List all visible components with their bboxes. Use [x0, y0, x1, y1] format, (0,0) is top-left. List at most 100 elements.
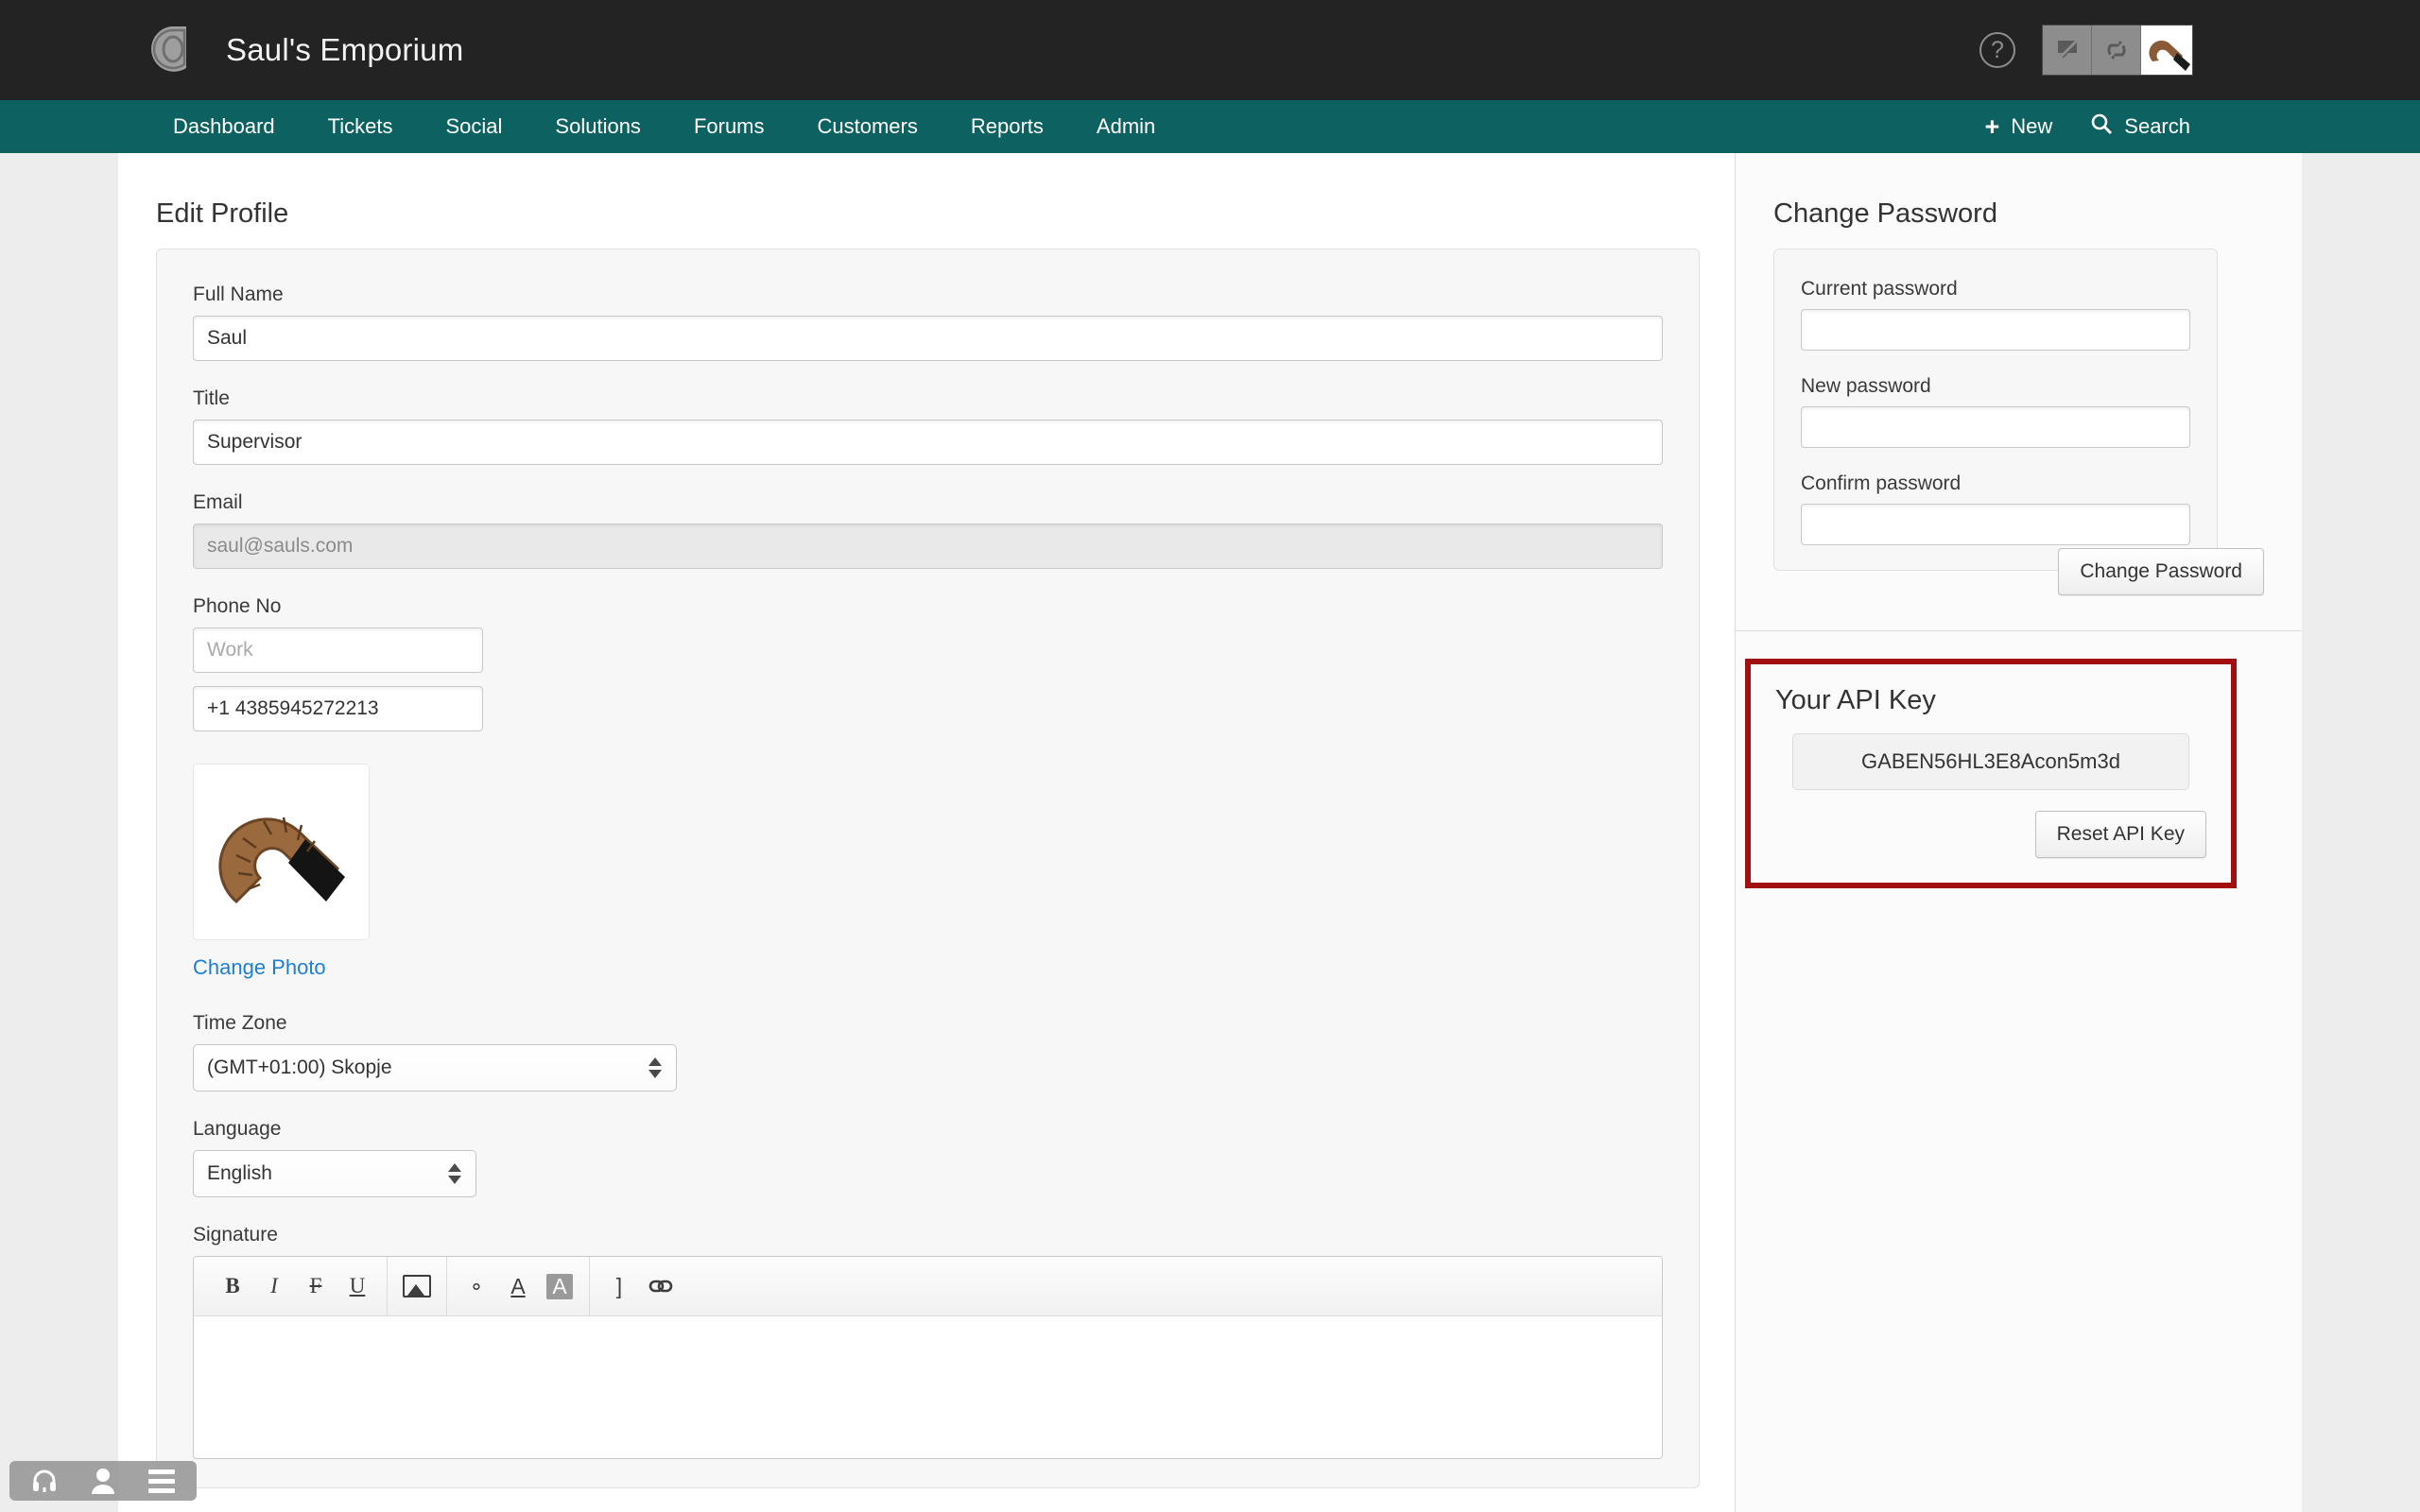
bold-icon[interactable]: B	[216, 1266, 249, 1306]
brand-title: Saul's Emporium	[226, 32, 464, 67]
new-password-input[interactable]	[1801, 406, 2190, 448]
field-signature: Signature B I F U ∘ A A]	[193, 1224, 1663, 1459]
nav-item-tickets[interactable]: Tickets	[302, 100, 420, 153]
nav-item-reports[interactable]: Reports	[944, 100, 1070, 153]
change-photo-link[interactable]: Change Photo	[193, 955, 326, 980]
change-password-form: Current password New password Confirm pa…	[1773, 249, 2218, 571]
signature-editor: B I F U ∘ A A]	[193, 1256, 1663, 1459]
nav-actions: + New Search	[1984, 100, 2190, 153]
reset-api-key-button[interactable]: Reset API Key	[2034, 811, 2206, 858]
signature-text-area[interactable]	[194, 1316, 1662, 1458]
time-zone-select[interactable]: (GMT+01:00) Skopje	[193, 1044, 677, 1091]
field-time-zone: Time Zone (GMT+01:00) Skopje	[193, 1012, 1663, 1091]
nav-item-solutions[interactable]: Solutions	[528, 100, 667, 153]
new-password-label: New password	[1801, 375, 1931, 397]
new-button-label: New	[2011, 114, 2053, 138]
field-phone: Phone No	[193, 595, 1663, 731]
header-toggle-group	[2042, 25, 2193, 76]
signature-toolbar: B I F U ∘ A A]	[194, 1257, 1662, 1316]
phone-label: Phone No	[193, 595, 282, 617]
page-title: Edit Profile	[156, 198, 289, 229]
nav-item-admin[interactable]: Admin	[1070, 100, 1182, 153]
nav-item-dashboard[interactable]: Dashboard	[147, 100, 302, 153]
field-title: Title	[193, 387, 1663, 465]
change-password-button-row: Change Password	[2058, 548, 2264, 595]
field-full-name: Full Name	[193, 284, 1663, 361]
field-new-password: New password	[1801, 375, 2190, 448]
confirm-password-label: Confirm password	[1801, 472, 1962, 494]
nav-item-forums[interactable]: Forums	[667, 100, 791, 153]
highlight-color-icon[interactable]: A	[544, 1266, 576, 1306]
search-button-label: Search	[2124, 114, 2190, 138]
language-select[interactable]: English	[193, 1150, 476, 1197]
edit-profile-column: Edit Profile Full Name Title Email Phone…	[118, 153, 1735, 1512]
field-current-password: Current password	[1801, 278, 2190, 351]
profile-photo-cane-image	[193, 764, 370, 940]
title-label: Title	[193, 387, 230, 409]
page-content: Edit Profile Full Name Title Email Phone…	[118, 153, 2302, 1512]
language-select-wrap: English	[193, 1150, 476, 1197]
nav-items: Dashboard Tickets Social Solutions Forum…	[147, 100, 1182, 153]
italic-icon[interactable]: I	[258, 1266, 290, 1306]
change-password-title: Change Password	[1773, 198, 1997, 229]
field-confirm-password: Confirm password	[1801, 472, 2190, 545]
insert-link-icon[interactable]	[645, 1266, 677, 1306]
background-color-icon[interactable]: ∘	[460, 1266, 493, 1306]
title-input[interactable]	[193, 420, 1663, 465]
time-zone-label: Time Zone	[193, 1012, 287, 1034]
phone-work-input[interactable]	[193, 627, 483, 673]
field-language: Language English	[193, 1118, 1663, 1197]
headset-icon[interactable]	[15, 1461, 74, 1501]
language-label: Language	[193, 1118, 282, 1140]
plus-icon: +	[1984, 112, 2000, 141]
api-key-title: Your API Key	[1775, 685, 1936, 715]
clear-format-icon[interactable]: ]	[603, 1266, 635, 1306]
top-header-inner: Saul's Emporium ?	[118, 0, 2302, 100]
strikethrough-icon[interactable]: F	[300, 1266, 332, 1306]
nav-item-social[interactable]: Social	[420, 100, 529, 153]
font-color-icon[interactable]: A	[502, 1266, 534, 1306]
sidebar-column: Change Password Current password New pas…	[1735, 153, 2302, 1512]
api-key-value: GABEN56HL3E8Acon5m3d	[1792, 733, 2189, 790]
search-button[interactable]: Search	[2090, 112, 2190, 141]
main-navigation-bar: Dashboard Tickets Social Solutions Forum…	[0, 100, 2420, 153]
brand[interactable]: Saul's Emporium	[145, 0, 463, 100]
chat-off-icon[interactable]	[2043, 26, 2092, 75]
new-button[interactable]: + New	[1984, 112, 2053, 141]
toolbar-group-misc: ]	[590, 1257, 690, 1315]
email-label: Email	[193, 491, 243, 513]
nav-item-customers[interactable]: Customers	[791, 100, 944, 153]
change-password-button[interactable]: Change Password	[2058, 548, 2264, 595]
hamburger-menu-icon[interactable]	[132, 1461, 191, 1501]
insert-image-icon[interactable]	[401, 1266, 433, 1306]
person-icon[interactable]	[74, 1461, 132, 1501]
edit-profile-form: Full Name Title Email Phone No	[156, 249, 1700, 1488]
confirm-password-input[interactable]	[1801, 504, 2190, 545]
api-key-panel: Your API Key GABEN56HL3E8Acon5m3d Reset …	[1745, 659, 2237, 888]
sidebar-divider	[1736, 630, 2302, 631]
toolbar-group-insert	[388, 1257, 447, 1315]
help-circle-icon[interactable]: ?	[1979, 32, 2015, 68]
navigation-inner: Dashboard Tickets Social Solutions Forum…	[118, 100, 2302, 153]
search-icon	[2090, 112, 2113, 141]
refresh-off-icon[interactable]	[2092, 26, 2141, 75]
top-header-bar: Saul's Emporium ?	[0, 0, 2420, 100]
api-key-button-row: Reset API Key	[1775, 811, 2206, 858]
underline-icon[interactable]: U	[341, 1266, 373, 1306]
avatar[interactable]	[2141, 26, 2192, 75]
toolbar-group-text: B I F U	[194, 1257, 388, 1315]
toolbar-group-color: ∘ A A	[447, 1257, 590, 1315]
signature-label: Signature	[193, 1224, 278, 1246]
email-input	[193, 524, 1663, 569]
header-actions: ?	[1979, 0, 2193, 100]
field-email: Email	[193, 491, 1663, 569]
current-password-input[interactable]	[1801, 309, 2190, 351]
profile-photo-block: Change Photo	[193, 764, 1663, 980]
current-password-label: Current password	[1801, 278, 1958, 300]
full-name-input[interactable]	[193, 316, 1663, 361]
time-zone-select-wrap: (GMT+01:00) Skopje	[193, 1044, 677, 1091]
ring-logo-icon	[145, 21, 203, 79]
full-name-label: Full Name	[193, 284, 284, 305]
floating-dock-toolbar	[9, 1461, 197, 1501]
phone-mobile-input[interactable]	[193, 686, 483, 731]
